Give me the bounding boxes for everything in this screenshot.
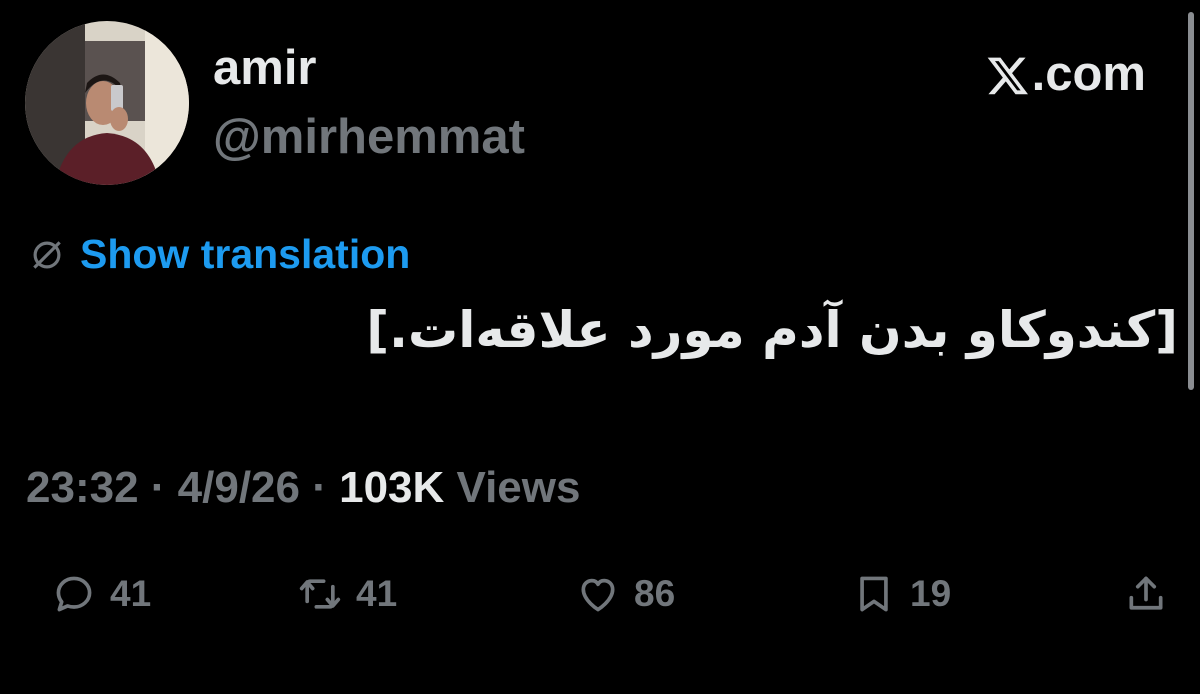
heart-icon (581, 578, 615, 612)
reply-icon (56, 576, 92, 612)
share-icon (1129, 576, 1163, 610)
repost-icon (299, 579, 341, 609)
tweet-meta: 23:32 · 4/9/26 · 103K Views (26, 466, 580, 510)
views-label: Views (444, 463, 581, 512)
reply-button[interactable]: 41 (52, 572, 151, 616)
tweet-date[interactable]: 4/9/26 (178, 463, 300, 512)
scrollbar[interactable] (1188, 12, 1194, 390)
meta-separator: · (138, 463, 178, 512)
meta-separator: · (300, 463, 340, 512)
site-label-text: .com (1031, 47, 1146, 101)
tweet-text: [کندوکاو بدن آدم مورد علاقه‌ات.] (366, 301, 1178, 359)
bookmark-button[interactable]: 19 (852, 572, 951, 616)
tweet-actions: 41 41 86 19 (0, 572, 1200, 632)
repost-count: 41 (356, 573, 398, 614)
like-count: 86 (634, 573, 676, 614)
translation-row: Show translation (28, 234, 410, 275)
x-logo-icon (987, 57, 1028, 94)
globe-icon (33, 240, 61, 269)
share-button[interactable] (1124, 572, 1168, 616)
display-name[interactable]: amir (213, 44, 317, 93)
like-button[interactable]: 86 (576, 572, 675, 616)
tweet-time[interactable]: 23:32 (26, 463, 139, 512)
bookmark-icon (860, 576, 888, 612)
repost-button[interactable]: 41 (298, 572, 397, 616)
views-count: 103K (339, 463, 445, 512)
bookmark-count: 19 (910, 573, 952, 614)
reply-count: 41 (110, 573, 152, 614)
user-handle[interactable]: @mirhemmat (213, 113, 525, 162)
site-label: .com (986, 50, 1146, 99)
profile-photo (25, 21, 189, 185)
show-translation-link[interactable]: Show translation (80, 234, 410, 275)
avatar[interactable] (25, 21, 189, 185)
